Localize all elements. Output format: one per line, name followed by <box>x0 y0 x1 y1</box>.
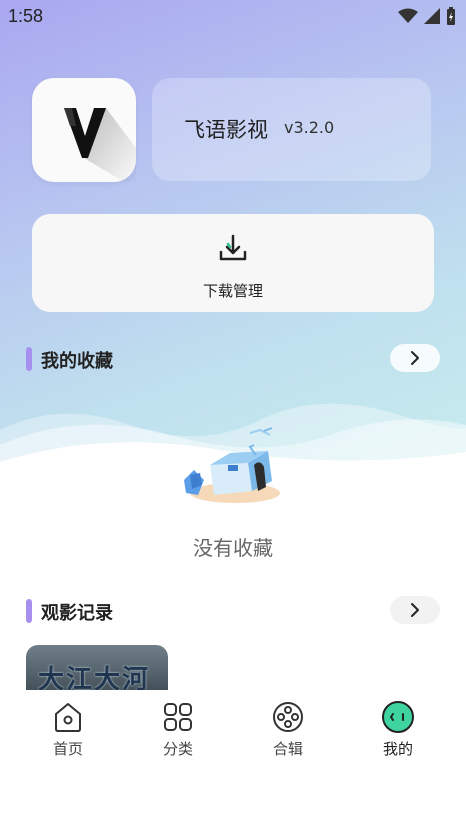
nav-category[interactable]: 分类 <box>133 700 223 759</box>
chevron-right-icon <box>411 603 419 617</box>
download-manager-label: 下载管理 <box>202 282 263 300</box>
v-logo-icon <box>64 108 136 182</box>
section-accent-bar <box>26 347 32 371</box>
home-icon <box>55 703 81 732</box>
download-icon <box>219 234 247 261</box>
nav-category-label: 分类 <box>162 740 193 758</box>
section-accent-bar <box>26 599 32 623</box>
favorites-title: 我的收藏 <box>41 351 113 372</box>
app-name: 飞语影视 <box>184 118 268 142</box>
wifi-icon <box>398 8 418 23</box>
history-title: 观影记录 <box>41 603 113 624</box>
history-item-title: 大江大河 <box>38 665 151 690</box>
empty-box-illustration <box>184 427 280 503</box>
nav-mine-label: 我的 <box>382 740 413 758</box>
app-logo <box>32 78 136 182</box>
nav-collection-label: 合辑 <box>272 740 303 758</box>
nav-home[interactable]: 首页 <box>23 700 113 759</box>
favorites-empty-text: 没有收藏 <box>193 536 273 560</box>
nav-mine[interactable]: 我的 <box>353 700 443 759</box>
history-item-thumbnail[interactable]: 大江大河 <box>26 645 168 690</box>
favorites-section-header: 我的收藏 <box>26 344 440 374</box>
bottom-navigation: 首页 分类 合辑 我的 <box>0 690 466 830</box>
signal-icon <box>424 8 440 24</box>
status-icons <box>398 7 456 25</box>
history-section-header: 观影记录 <box>26 596 440 626</box>
profile-face-icon <box>382 701 414 733</box>
history-more-button[interactable] <box>390 596 440 624</box>
favorites-more-button[interactable] <box>390 344 440 372</box>
film-reel-icon <box>273 702 303 732</box>
download-manager-button[interactable]: 下载管理 <box>32 214 434 312</box>
nav-home-label: 首页 <box>52 740 83 758</box>
battery-charging-icon <box>447 7 455 25</box>
status-bar: 1:58 <box>0 0 466 34</box>
app-version: v3.2.0 <box>284 118 335 137</box>
chevron-right-icon <box>411 351 419 365</box>
nav-collection[interactable]: 合辑 <box>243 700 333 759</box>
grid-icon <box>164 703 192 731</box>
status-time: 1:58 <box>8 6 44 26</box>
app-info-card: 飞语影视 v3.2.0 <box>152 78 431 181</box>
